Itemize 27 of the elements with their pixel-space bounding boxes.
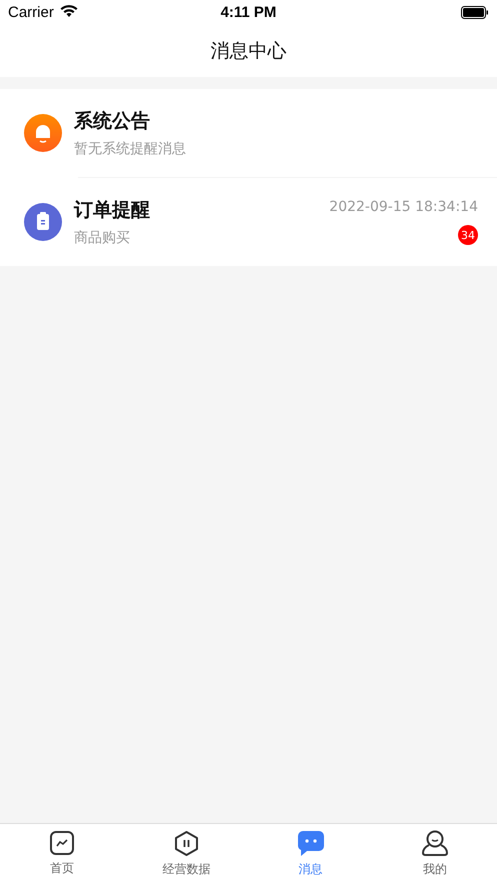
message-item[interactable]: 订单提醒 商品购买 2022-09-15 18:34:14 34 <box>0 178 497 266</box>
wifi-icon <box>60 5 78 18</box>
hexagon-icon <box>172 830 200 856</box>
tab-label: 经营数据 <box>162 860 210 878</box>
battery-icon <box>461 6 489 19</box>
clipboard-icon <box>24 203 62 241</box>
message-time: 2022-09-15 18:34:14 <box>329 199 478 215</box>
message-title: 系统公告 <box>74 109 151 134</box>
bell-icon <box>24 114 62 152</box>
unread-count: 34 <box>458 225 478 245</box>
clock-time: 4:11 PM <box>220 4 276 21</box>
message-title: 订单提醒 <box>74 198 151 223</box>
carrier-label: Carrier <box>8 4 54 21</box>
message-subtitle: 商品购买 <box>74 229 131 247</box>
page-title: 消息中心 <box>210 39 286 64</box>
tab-label: 消息 <box>298 860 323 878</box>
tab-item[interactable]: 首页 <box>0 824 124 883</box>
tab-item[interactable]: 消息 <box>248 824 373 883</box>
tab-item[interactable]: 经营数据 <box>124 824 248 883</box>
tab-label: 我的 <box>422 861 447 878</box>
chat-icon <box>296 830 325 856</box>
tab-label: 首页 <box>50 860 74 877</box>
tab-item[interactable]: 我的 <box>372 824 497 883</box>
person-icon <box>420 829 449 857</box>
chart-icon <box>49 830 76 856</box>
message-item[interactable]: 系统公告 暂无系统提醒消息 <box>0 89 497 177</box>
message-subtitle: 暂无系统提醒消息 <box>74 140 187 158</box>
